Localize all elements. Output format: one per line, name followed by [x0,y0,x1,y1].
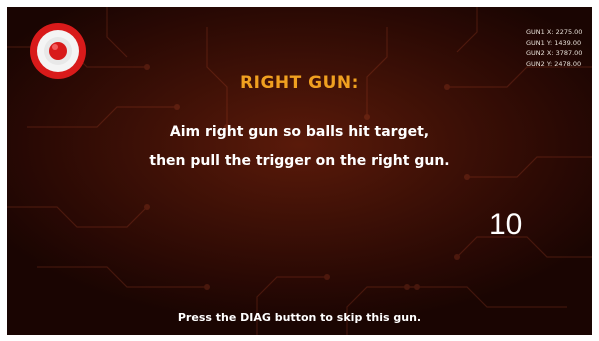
instruction-line-1: Aim right gun so balls hit target, [169,124,430,140]
skip-instruction: Press the DIAG button to skip this gun. [177,311,422,324]
gun1-y-readout: GUN1 Y: 1439.00 [526,38,582,47]
calibration-screen: GUN1 X: 2275.00 GUN1 Y: 1439.00 GUN2 X: … [7,7,592,335]
instruction-line-2: then pull the trigger on the right gun. [149,153,450,169]
gun2-y-readout: GUN2 Y: 2478.00 [526,59,582,68]
gun2-x-readout: GUN2 X: 3787.00 [526,49,583,57]
debug-coordinates: GUN1 X: 2275.00 GUN1 Y: 1439.00 GUN2 X: … [526,27,582,69]
target-icon [30,23,86,79]
gun1-x-readout: GUN1 X: 2275.00 [526,28,583,36]
countdown-timer: 10 [489,208,523,241]
circuit-background [7,7,592,335]
calibration-title: RIGHT GUN: [240,73,359,93]
